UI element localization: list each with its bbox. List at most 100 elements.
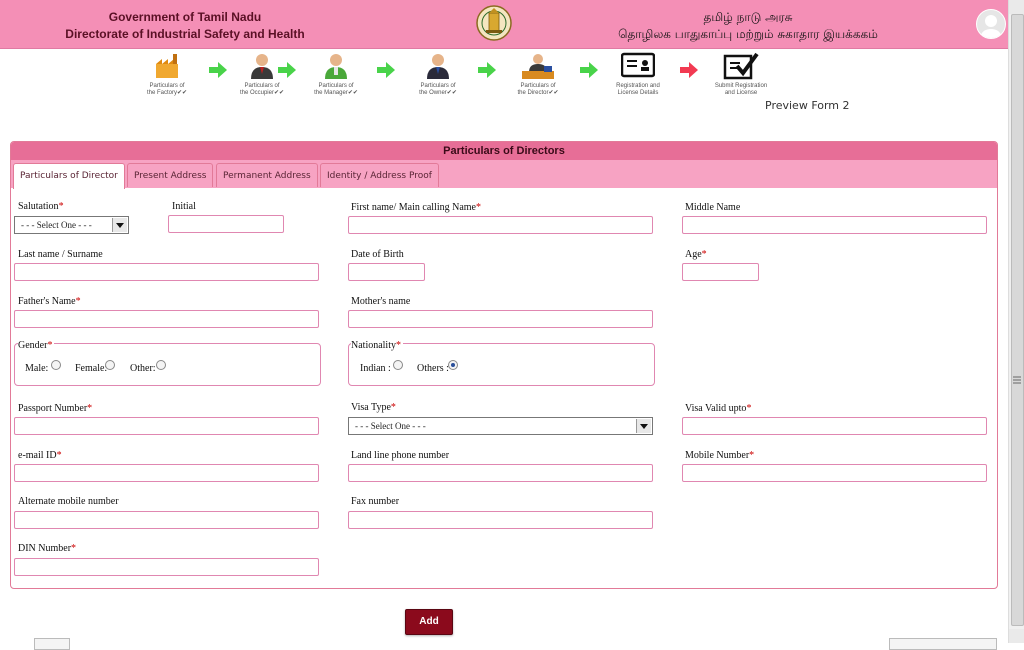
id-card-icon — [621, 52, 655, 78]
step-submit[interactable]: Submit Registration and License — [701, 50, 781, 97]
header-tamil-gov-name: தமிழ் நாடு அரசு — [703, 10, 793, 24]
step-registration-line1: Registration and — [616, 83, 660, 89]
header-tamil-directorate-name: தொழிலக பாதுகாப்பு மற்றும் சுகாதார இயக்கக… — [618, 27, 878, 41]
step-factory[interactable]: Particulars of the Factory✔✔ — [127, 50, 207, 97]
step-director[interactable]: Particulars of the Director✔✔ — [498, 50, 578, 97]
user-avatar[interactable] — [976, 9, 1006, 39]
header-tamil: தமிழ் நாடு அரசு தொழிலக பாதுகாப்பு மற்றும… — [578, 9, 918, 43]
owner-person-icon — [427, 54, 449, 79]
salutation-selected-value: - - - Select One - - - — [21, 220, 92, 230]
gender-male-label: Male: — [25, 363, 49, 374]
green-arrow-icon — [478, 62, 496, 78]
tamil-nadu-emblem-icon — [476, 5, 512, 41]
din-input[interactable] — [14, 558, 319, 576]
middle-name-input[interactable] — [682, 216, 987, 234]
chevron-down-icon — [112, 218, 127, 232]
last-name-label: Last name / Surname — [18, 249, 103, 260]
step-owner-line1: Particulars of — [420, 83, 456, 89]
scroll-thumb[interactable] — [1011, 14, 1024, 626]
gender-male-radio[interactable] — [51, 360, 61, 370]
din-label: DIN Number* — [18, 543, 77, 554]
visa-type-label: Visa Type* — [351, 402, 396, 413]
nationality-indian-label: Indian : — [360, 363, 391, 374]
step-factory-line1: Particulars of — [149, 83, 185, 89]
step-registration-details[interactable]: Registration and License Details — [598, 50, 678, 97]
first-name-input[interactable] — [348, 216, 653, 234]
landline-label: Land line phone number — [351, 450, 450, 461]
preview-form-label[interactable]: Preview Form 2 — [765, 99, 850, 112]
manager-person-icon — [325, 54, 347, 79]
nationality-others-radio[interactable] — [448, 360, 458, 370]
gender-other-radio[interactable] — [156, 360, 166, 370]
occupier-person-icon — [251, 54, 273, 79]
scroll-down-arrow[interactable] — [1009, 629, 1024, 643]
passport-label: Passport Number* — [18, 403, 93, 414]
user-icon — [981, 15, 1001, 38]
step-manager-line1: Particulars of — [318, 83, 354, 89]
age-label: Age* — [685, 249, 707, 260]
step-manager[interactable]: Particulars of the Manager✔✔ — [296, 50, 376, 97]
email-label: e-mail ID* — [18, 450, 62, 461]
gender-other-label: Other: — [130, 363, 156, 374]
header-english: Government of Tamil Nadu Directorate of … — [40, 9, 330, 43]
initial-label: Initial — [172, 201, 196, 212]
green-arrow-icon — [580, 62, 598, 78]
mother-name-label: Mother's name — [351, 296, 411, 307]
father-name-label: Father's Name* — [18, 296, 81, 307]
green-arrow-icon — [278, 62, 296, 78]
gender-label: Gender* — [18, 340, 55, 351]
chevron-down-icon — [636, 419, 651, 433]
bottom-partial-control-right[interactable] — [889, 638, 997, 650]
header-directorate-name: Directorate of Industrial Safety and Hea… — [65, 27, 305, 41]
step-registration-line2: License Details — [617, 90, 659, 96]
step-occupier-line2: the Occupier✔✔ — [239, 90, 285, 96]
last-name-input[interactable] — [14, 263, 319, 281]
panel-title: Particulars of Directors — [11, 142, 997, 160]
tab-identity-address-proof[interactable]: Identity / Address Proof — [320, 163, 439, 187]
site-header: Government of Tamil Nadu Directorate of … — [0, 0, 1008, 49]
submit-checkmark-icon — [723, 52, 759, 80]
alt-mobile-input[interactable] — [14, 511, 319, 529]
alt-mobile-label: Alternate mobile number — [18, 496, 119, 507]
email-input[interactable] — [14, 464, 319, 482]
mobile-input[interactable] — [682, 464, 987, 482]
tab-particulars-of-director[interactable]: Particulars of Director — [13, 163, 125, 189]
step-factory-line2: the Factory✔✔ — [146, 90, 188, 96]
passport-input[interactable] — [14, 417, 319, 435]
fax-input[interactable] — [348, 511, 653, 529]
visa-valid-input[interactable] — [682, 417, 987, 435]
scroll-grip-icon — [1013, 376, 1021, 384]
page-scrollbar[interactable] — [1008, 0, 1024, 643]
dob-input[interactable] — [348, 263, 425, 281]
landline-input[interactable] — [348, 464, 653, 482]
tab-permanent-address[interactable]: Permanent Address — [216, 163, 318, 187]
form-tabs: Particulars of Director Present Address … — [11, 160, 997, 189]
first-name-label: First name/ Main calling Name* — [351, 202, 481, 213]
step-owner-line2: the Owner✔✔ — [419, 90, 457, 96]
step-director-line2: the Director✔✔ — [517, 90, 559, 96]
step-director-line1: Particulars of — [520, 83, 556, 89]
visa-type-selected-value: - - - Select One - - - — [355, 421, 426, 431]
nationality-others-label: Others : — [417, 363, 449, 374]
visa-type-select[interactable]: - - - Select One - - - — [348, 417, 653, 435]
nationality-label: Nationality* — [351, 340, 403, 351]
header-gov-name: Government of Tamil Nadu — [108, 10, 262, 24]
mother-name-input[interactable] — [348, 310, 653, 328]
age-input[interactable] — [682, 263, 759, 281]
dob-label: Date of Birth — [351, 249, 404, 260]
salutation-select[interactable]: - - - Select One - - - — [14, 216, 129, 234]
director-desk-icon — [522, 54, 554, 79]
step-owner[interactable]: Particulars of the Owner✔✔ — [398, 50, 478, 97]
bottom-partial-control[interactable] — [34, 638, 70, 650]
scroll-up-arrow[interactable] — [1009, 0, 1024, 14]
mobile-label: Mobile Number* — [685, 450, 755, 461]
initial-input[interactable] — [168, 215, 284, 233]
nationality-indian-radio[interactable] — [393, 360, 403, 370]
salutation-label: Salutation* — [18, 201, 64, 212]
father-name-input[interactable] — [14, 310, 319, 328]
gender-female-radio[interactable] — [105, 360, 115, 370]
visa-valid-label: Visa Valid upto* — [685, 403, 752, 414]
add-button[interactable]: Add — [405, 609, 453, 635]
tab-present-address[interactable]: Present Address — [127, 163, 214, 187]
middle-name-label: Middle Name — [685, 202, 741, 213]
